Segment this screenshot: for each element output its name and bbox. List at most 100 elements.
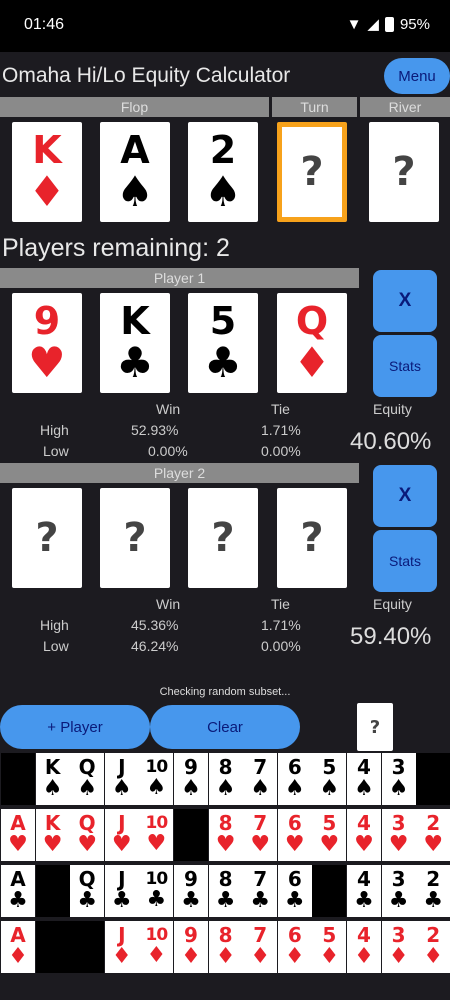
player-1-low-label: Low <box>43 443 69 459</box>
deck-card-rank: 4 <box>357 923 371 947</box>
board-card-1[interactable]: K ♦ <box>12 122 82 222</box>
card-rank: Q <box>295 299 329 343</box>
deck-card[interactable]: 5 ♥ <box>312 809 347 861</box>
player-1-card-2[interactable]: K ♣ <box>100 293 170 393</box>
deck-card-rank: 3 <box>391 811 406 835</box>
menu-button[interactable]: Menu <box>384 58 450 94</box>
deck-card[interactable]: 10 ♠ <box>139 753 174 805</box>
add-player-button[interactable]: + Player <box>0 705 150 749</box>
deck-card-suit-icon: ♣ <box>181 888 201 913</box>
deck-card-rank: 6 <box>287 867 302 891</box>
deck-card[interactable]: 9 ♦ <box>174 921 208 973</box>
player-2-card-3[interactable]: ? <box>188 488 258 588</box>
deck-card[interactable]: 7 ♣ <box>243 865 278 917</box>
deck-card[interactable]: 3 ♥ <box>381 809 416 861</box>
remove-player-1-button[interactable]: X <box>373 270 437 332</box>
deck-card[interactable]: 3 ♠ <box>381 753 416 805</box>
board-card-3[interactable]: 2 ♠ <box>188 122 258 222</box>
deck-card[interactable]: 2 ♣ <box>416 865 450 917</box>
deck-card[interactable]: 3 ♦ <box>381 921 416 973</box>
deck-card-suit-icon: ♣ <box>388 888 409 913</box>
deck-card-suit-icon: ♣ <box>423 888 444 913</box>
board-card-2[interactable]: A ♠ <box>100 122 170 222</box>
deck-card-suit-icon: ♣ <box>284 888 305 913</box>
deck-empty-slot <box>416 753 450 805</box>
deck-card-suit-icon: ♣ <box>250 888 271 913</box>
player-2-card-1[interactable]: ? <box>12 488 82 588</box>
deck-card-suit-icon: ♥ <box>319 832 340 857</box>
player-1-card-1[interactable]: 9 ♥ <box>12 293 82 393</box>
player-2-high-win: 45.36% <box>131 617 179 633</box>
board-card-4[interactable]: ? <box>277 122 347 222</box>
player-1-card-4[interactable]: Q ♦ <box>277 293 347 393</box>
deck-card[interactable]: 2 ♥ <box>416 809 450 861</box>
deck-card[interactable]: Q ♥ <box>70 809 105 861</box>
deck-card[interactable]: 7 ♠ <box>243 753 278 805</box>
deck-card[interactable]: A ♣ <box>1 865 35 917</box>
deck-card[interactable]: Q ♣ <box>70 865 105 917</box>
remove-player-2-button[interactable]: X <box>373 465 437 527</box>
deck-card[interactable]: 9 ♣ <box>174 865 208 917</box>
deck-card[interactable]: 8 ♣ <box>208 865 243 917</box>
deck-card-suit-icon: ♠ <box>42 776 63 801</box>
deck-card[interactable]: 6 ♣ <box>277 865 312 917</box>
status-time: 01:46 <box>24 16 65 33</box>
card-rank: 5 <box>209 299 237 343</box>
card-rank: ? <box>211 515 235 561</box>
deck-card-rank: K <box>44 811 61 835</box>
deck-card[interactable]: J ♣ <box>104 865 139 917</box>
deck-card[interactable]: 6 ♦ <box>277 921 312 973</box>
deck-card[interactable]: 4 ♥ <box>347 809 381 861</box>
deck-card[interactable]: 3 ♣ <box>381 865 416 917</box>
player-1-stats-button[interactable]: Stats <box>373 335 437 397</box>
player-2-stats-button[interactable]: Stats <box>373 530 437 592</box>
deck-card[interactable]: K ♠ <box>35 753 70 805</box>
deck-card[interactable]: 5 ♦ <box>312 921 347 973</box>
deck-card[interactable]: J ♥ <box>104 809 139 861</box>
deck-card-rank: 9 <box>184 755 198 779</box>
deck-card[interactable]: 8 ♥ <box>208 809 243 861</box>
player-1-high-win: 52.93% <box>131 422 179 438</box>
deck-card[interactable]: 4 ♦ <box>347 921 381 973</box>
card-suit-icon: ♦ <box>293 338 331 387</box>
deck-card[interactable]: 10 ♣ <box>139 865 174 917</box>
deck-card-suit-icon: ♦ <box>354 944 374 969</box>
clear-button[interactable]: Clear <box>150 705 300 749</box>
player-2-card-2[interactable]: ? <box>100 488 170 588</box>
deck-card[interactable]: 6 ♥ <box>277 809 312 861</box>
deck-card-suit-icon: ♠ <box>77 776 98 801</box>
deck-card[interactable]: 2 ♦ <box>416 921 450 973</box>
deck-card[interactable]: 9 ♠ <box>174 753 208 805</box>
deck-card[interactable]: J ♠ <box>104 753 139 805</box>
deck-card-suit-icon: ♥ <box>111 832 132 857</box>
deck-card[interactable]: 8 ♠ <box>208 753 243 805</box>
deck-card[interactable]: J ♦ <box>104 921 139 973</box>
deck-empty-slot <box>70 921 105 973</box>
deck-card[interactable]: 4 ♣ <box>347 865 381 917</box>
deck-card[interactable]: A ♦ <box>1 921 35 973</box>
deck-card[interactable]: 10 ♥ <box>139 809 174 861</box>
player-1-equity: 40.60% <box>350 428 432 455</box>
deck-card[interactable]: K ♥ <box>35 809 70 861</box>
deck-card[interactable]: 5 ♠ <box>312 753 347 805</box>
player-2-low-label: Low <box>43 638 69 654</box>
player-1-tie-label: Tie <box>271 401 290 417</box>
board-card-5[interactable]: ? <box>369 122 439 222</box>
deck-card[interactable]: 8 ♦ <box>208 921 243 973</box>
player-1-card-3[interactable]: 5 ♣ <box>188 293 258 393</box>
deck-card[interactable]: 7 ♦ <box>243 921 278 973</box>
selected-card-slot[interactable]: ? <box>357 703 393 751</box>
deck-card[interactable]: 4 ♠ <box>347 753 381 805</box>
deck-card[interactable]: 10 ♦ <box>139 921 174 973</box>
deck-card-suit-icon: ♥ <box>77 832 98 857</box>
deck-card[interactable]: A ♥ <box>1 809 35 861</box>
player-2-equity-label: Equity <box>373 596 412 612</box>
deck-card[interactable]: Q ♠ <box>70 753 105 805</box>
checking-status: Checking random subset... <box>159 686 291 698</box>
deck-card[interactable]: 7 ♥ <box>243 809 278 861</box>
player-2-equity: 59.40% <box>350 623 432 650</box>
deck-card-rank: 10 <box>145 813 169 833</box>
deck-card-rank: J <box>118 811 126 835</box>
player-2-card-4[interactable]: ? <box>277 488 347 588</box>
deck-card[interactable]: 6 ♠ <box>277 753 312 805</box>
